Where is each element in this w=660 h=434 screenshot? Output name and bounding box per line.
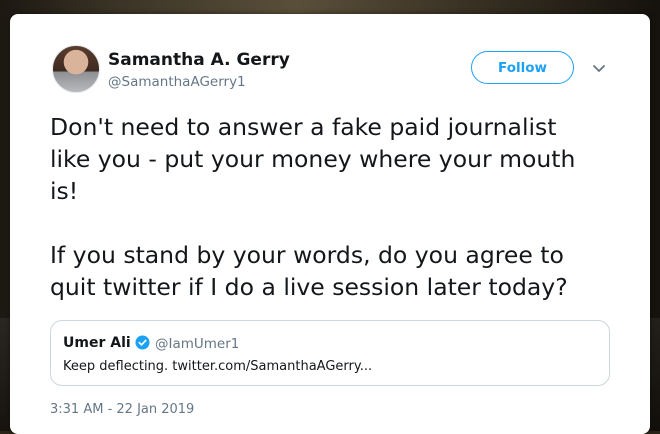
author-handle[interactable]: @SamanthaAGerry1: [108, 74, 246, 90]
tweet-card: Samantha A. Gerry @SamanthaAGerry1 Follo…: [10, 14, 650, 434]
quoted-author-name: Umer Ali: [63, 335, 131, 351]
avatar[interactable]: [52, 45, 100, 93]
verified-badge-icon: [135, 335, 150, 350]
quoted-tweet[interactable]: Umer Ali @IamUmer1 Keep deflecting. twit…: [50, 320, 610, 386]
chevron-down-icon[interactable]: [591, 60, 607, 76]
tweet-timestamp[interactable]: 3:31 AM - 22 Jan 2019: [50, 402, 194, 417]
quoted-author-handle: @IamUmer1: [155, 336, 240, 352]
follow-button[interactable]: Follow: [471, 51, 574, 84]
tweet-text: Don't need to answer a fake paid journal…: [50, 113, 576, 301]
author-name[interactable]: Samantha A. Gerry: [108, 50, 290, 70]
quoted-tweet-text: Keep deflecting. twitter.com/SamanthaAGe…: [63, 359, 373, 374]
